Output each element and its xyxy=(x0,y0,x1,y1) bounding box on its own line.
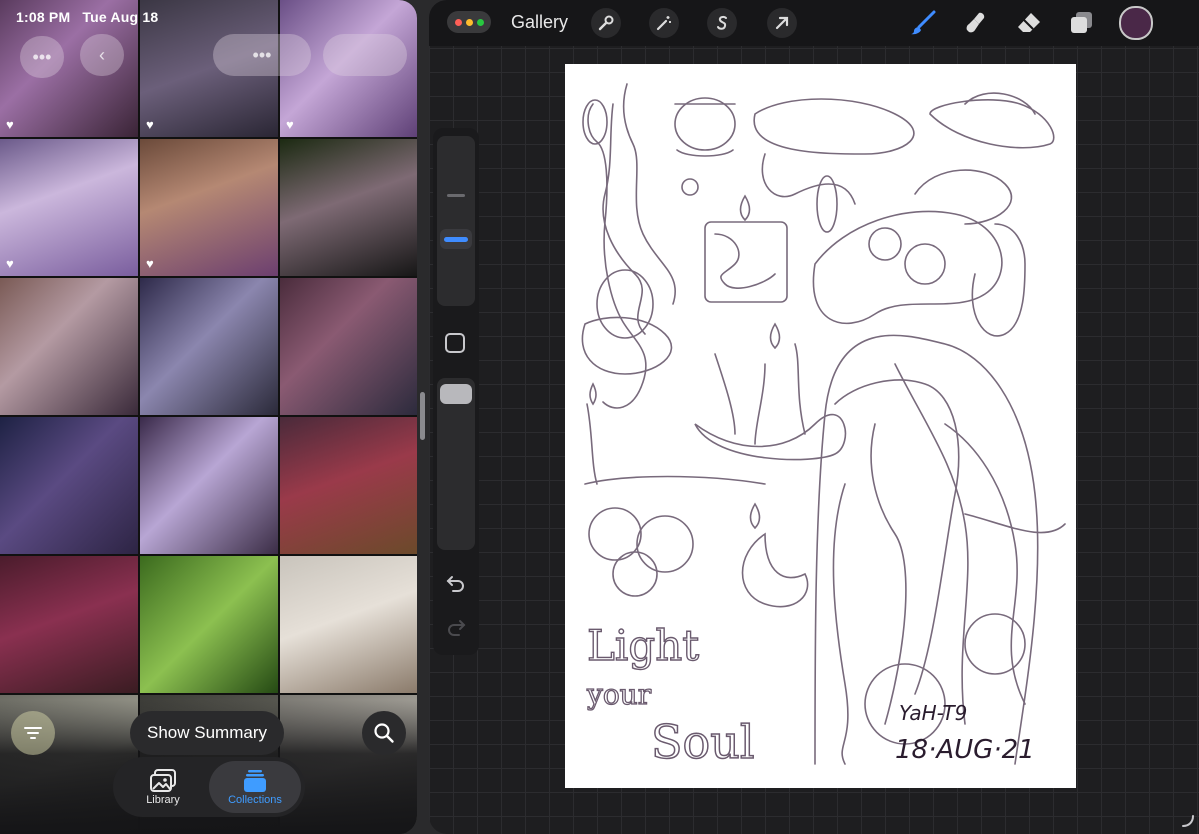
status-date: Tue Aug 18 xyxy=(82,9,159,25)
favorite-heart-icon: ♥ xyxy=(146,117,154,132)
modify-button[interactable] xyxy=(445,333,465,353)
photos-panel: ♥ ♥ ♥ ♥ ♥ 1:08 PM Tue Aug 18 ••• ‹ ••• Show … xyxy=(0,0,417,834)
multitasking-button[interactable] xyxy=(447,11,491,33)
brush-sidebar xyxy=(433,128,479,655)
undo-icon xyxy=(446,576,464,592)
search-button[interactable] xyxy=(362,711,406,755)
collections-icon xyxy=(244,770,266,792)
gallery-button[interactable]: Gallery xyxy=(511,12,568,33)
photo-tile[interactable] xyxy=(0,278,138,415)
photo-tile[interactable] xyxy=(0,556,138,693)
brush-size-slider[interactable] xyxy=(437,136,475,306)
eraser-button[interactable] xyxy=(1013,7,1045,39)
photo-tile[interactable] xyxy=(140,556,278,693)
status-bar: 1:08 PM Tue Aug 18 xyxy=(16,9,158,25)
photo-tile[interactable] xyxy=(0,417,138,554)
back-button[interactable]: ‹ xyxy=(80,34,124,76)
smudge-button[interactable] xyxy=(961,7,993,39)
tab-library-label: Library xyxy=(146,794,180,806)
eraser-icon xyxy=(1018,13,1040,32)
photo-tile[interactable] xyxy=(280,556,417,693)
brush-size-indicator xyxy=(444,236,468,242)
redo-icon xyxy=(448,620,466,636)
corner-resize-icon[interactable] xyxy=(1181,814,1195,828)
photo-tile[interactable] xyxy=(280,278,417,415)
undo-button[interactable] xyxy=(442,570,470,598)
arrow-transform-icon xyxy=(775,16,789,30)
window-controls-button[interactable]: ••• xyxy=(213,34,311,76)
brush-icon xyxy=(911,10,936,35)
photo-tile[interactable]: ♥ xyxy=(0,139,138,276)
show-summary-label: Show Summary xyxy=(147,723,267,742)
tab-collections-label: Collections xyxy=(228,794,282,806)
window-dot-red xyxy=(454,18,462,26)
favorite-heart-icon: ♥ xyxy=(146,256,154,271)
lettering-soul: Soul xyxy=(651,715,755,769)
brush-opacity-thumb[interactable] xyxy=(440,384,472,404)
procreate-app: Gallery Light your Soul YaH-T9 18·AUG·21 xyxy=(429,0,1199,834)
select-button[interactable] xyxy=(323,34,407,76)
more-options-button[interactable]: ••• xyxy=(20,36,64,78)
selection-button[interactable] xyxy=(707,8,737,38)
lettering-light: Light xyxy=(587,621,699,670)
selection-s-icon xyxy=(717,15,727,30)
layers-icon xyxy=(1071,12,1092,33)
brush-size-tick xyxy=(447,194,465,197)
lettering-your: your xyxy=(586,678,652,711)
drawing-canvas[interactable]: Light your Soul YaH-T9 18·AUG·21 xyxy=(565,64,1076,788)
artist-signature: YaH-T9 xyxy=(899,701,967,725)
smudge-icon xyxy=(966,12,985,33)
photo-tile[interactable]: ♥ xyxy=(140,139,278,276)
favorite-heart-icon: ♥ xyxy=(6,256,14,271)
transform-button[interactable] xyxy=(767,8,797,38)
tab-collections[interactable]: Collections xyxy=(209,761,301,813)
color-swatch-button[interactable] xyxy=(1119,6,1153,40)
date-signature: 18·AUG·21 xyxy=(895,735,1035,765)
magic-wand-icon xyxy=(656,16,671,31)
split-view-divider-handle[interactable] xyxy=(420,392,425,440)
photo-tile[interactable] xyxy=(280,417,417,554)
search-icon xyxy=(374,723,394,743)
wrench-icon xyxy=(598,15,614,31)
photo-tile[interactable] xyxy=(280,139,417,276)
photo-library-icon xyxy=(150,769,176,792)
window-dot-green xyxy=(476,18,484,26)
adjustments-button[interactable] xyxy=(649,8,679,38)
tab-library[interactable]: Library xyxy=(117,761,209,813)
tab-bar: Library Collections xyxy=(113,757,305,817)
filter-button[interactable] xyxy=(11,711,55,755)
show-summary-button[interactable]: Show Summary xyxy=(130,711,284,755)
favorite-heart-icon: ♥ xyxy=(6,117,14,132)
status-time: 1:08 PM xyxy=(16,9,71,25)
sketch-artwork: Light your Soul YaH-T9 18·AUG·21 xyxy=(581,83,1066,770)
filter-lines-icon xyxy=(24,727,42,739)
photo-tile[interactable] xyxy=(140,417,278,554)
photo-tile[interactable] xyxy=(140,278,278,415)
actions-button[interactable] xyxy=(591,8,621,38)
window-dot-yellow xyxy=(465,18,473,26)
favorite-heart-icon: ♥ xyxy=(286,117,294,132)
redo-button[interactable] xyxy=(442,614,470,642)
layers-button[interactable] xyxy=(1065,7,1097,39)
procreate-toolbar: Gallery xyxy=(429,0,1199,46)
brush-size-thumb[interactable] xyxy=(440,229,472,249)
paint-brush-button[interactable] xyxy=(907,7,939,39)
brush-opacity-slider[interactable] xyxy=(437,378,475,550)
